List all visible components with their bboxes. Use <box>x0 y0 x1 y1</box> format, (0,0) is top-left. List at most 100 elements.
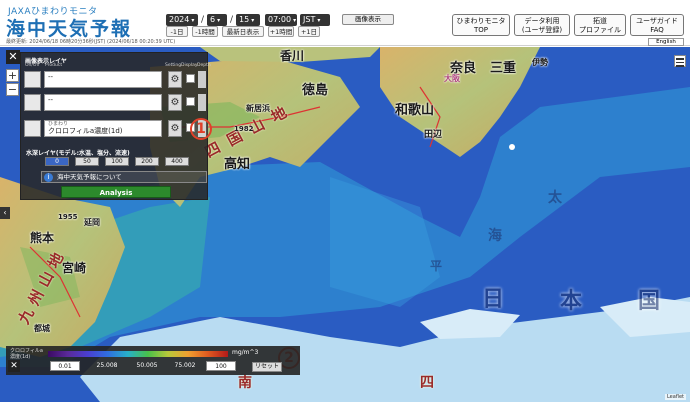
colorbar-max-input[interactable]: 100 <box>206 361 236 371</box>
map-label-kagawa: 香川 <box>280 49 305 63</box>
data-use-line1: データ利用 <box>524 17 560 25</box>
close-panel-icon[interactable]: ✕ <box>6 50 20 64</box>
himawari-top-button[interactable]: ひまわりモニタ TOP <box>452 14 510 36</box>
prev-hour-button[interactable]: -1時間 <box>192 26 218 37</box>
colorbar-gradient <box>48 351 228 357</box>
timezone-select[interactable]: JST ▾ <box>300 14 330 26</box>
map-label-tokushima: 徳島 <box>302 83 329 98</box>
brand-title[interactable]: 海中天気予報 <box>6 14 132 41</box>
day-value: 15 <box>239 15 250 24</box>
layer-product-3-label: クロロフィルa濃度(1d) <box>48 127 123 135</box>
year-select[interactable]: 2024 ▾ <box>166 14 198 26</box>
last-update-text: 最終更新: 2024/06/18 06時20分36秒(JST) (2024/06… <box>6 39 176 45</box>
col-header-onoff: On/Off <box>25 63 40 68</box>
prev-day-button[interactable]: -1日 <box>166 26 188 37</box>
attribution-text[interactable]: Leaflet <box>664 394 686 400</box>
display-checkbox[interactable] <box>186 97 195 106</box>
colorbar-panel: クロロフィルa 濃度(1d) mg/m^3 ✕ 0.01 25.008 50.0… <box>6 346 300 375</box>
layer-product-1[interactable]: -- <box>44 71 162 88</box>
profile-line1: 拓道 <box>593 17 607 25</box>
month-select[interactable]: 6 ▾ <box>207 14 227 26</box>
depth-200-button[interactable]: 200 <box>135 157 159 166</box>
day-select[interactable]: 15 ▾ <box>236 14 260 26</box>
colorbar-tick: 50.005 <box>136 362 158 369</box>
depth-400-button[interactable]: 400 <box>165 157 189 166</box>
map-label-kumamoto: 熊本 <box>30 231 55 245</box>
col-header-display: Display <box>181 63 198 68</box>
gear-icon[interactable]: ⚙ <box>168 71 182 88</box>
map-label-osaka: 大阪 <box>444 74 460 83</box>
layer-row-1: -- ⚙ <box>24 70 206 89</box>
map-label-south: 南 <box>238 375 252 391</box>
data-use-line2: (ユーザ登録) <box>521 26 563 34</box>
colorbar-unit: mg/m^3 <box>232 349 259 356</box>
map-label-sea-3: 国 <box>638 289 661 314</box>
map-label-sea-1: 日 <box>482 287 505 312</box>
depth-100-button[interactable]: 100 <box>105 157 129 166</box>
depth-handle[interactable] <box>198 71 206 88</box>
user-guide-button[interactable]: ユーザガイド FAQ <box>630 14 684 36</box>
map-label-mie: 三重 <box>490 61 517 76</box>
next-day-button[interactable]: +1日 <box>298 26 320 37</box>
colorbar-tick: 75.002 <box>174 362 196 369</box>
date-separator: / <box>230 15 234 25</box>
colorbar-reset-button[interactable]: リセット <box>252 362 282 372</box>
depth-0-button[interactable]: 0 <box>45 157 69 166</box>
layer-row-3: ひまわり クロロフィルa濃度(1d) ⚙ <box>24 119 206 138</box>
profile-button[interactable]: 拓道 プロファイル <box>574 14 626 36</box>
chevron-down-icon: ▾ <box>217 17 221 24</box>
language-button[interactable]: English <box>648 38 684 46</box>
col-header-product: Product <box>45 63 63 68</box>
timezone-value: JST <box>303 15 316 24</box>
info-icon: i <box>44 173 53 182</box>
depth-handle[interactable] <box>198 94 206 111</box>
month-value: 6 <box>210 15 216 24</box>
layer-product-2[interactable]: -- <box>44 94 162 111</box>
layer-product-1-label: -- <box>48 73 54 81</box>
latest-button[interactable]: 最新日表示 <box>222 26 264 37</box>
annotation-badge-1: 1 <box>190 118 212 140</box>
display-image-button[interactable]: 画像表示 <box>342 14 394 25</box>
layer-product-2-label: -- <box>48 96 54 104</box>
analysis-button[interactable]: Analysis <box>61 186 171 198</box>
map-label-nobeoka: 延岡 <box>84 218 100 227</box>
chevron-down-icon: ▾ <box>251 17 255 24</box>
chevron-down-icon: ▾ <box>317 17 321 24</box>
year-value: 2024 <box>169 15 190 24</box>
about-link[interactable]: i 海中天気予報について <box>41 171 207 183</box>
map-label-wakayama: 和歌山 <box>395 103 435 118</box>
next-hour-button[interactable]: +1時間 <box>268 26 294 37</box>
map-label-peak: 1955 <box>58 213 78 221</box>
layer-panel: 画像表示レイヤ On/Off Product Setting Display D… <box>20 52 211 200</box>
map-label-sea-faint: 平 <box>430 259 443 273</box>
map-label-shi: 四 <box>420 375 434 391</box>
layers-icon[interactable] <box>24 71 41 88</box>
map-label-sea-faint: 太 <box>548 190 562 206</box>
map-label-miyakonojo: 都城 <box>34 324 50 333</box>
data-use-button[interactable]: データ利用 (ユーザ登録) <box>514 14 570 36</box>
colorbar-label: クロロフィルa 濃度(1d) <box>10 348 43 360</box>
menu-icon[interactable] <box>674 55 686 67</box>
depth-50-button[interactable]: 50 <box>75 157 99 166</box>
time-select[interactable]: 07:00 ▾ <box>265 14 297 26</box>
chevron-down-icon: ▾ <box>191 17 195 24</box>
himawari-top-line1: ひまわりモニタ <box>456 17 506 25</box>
colorbar-min-input[interactable]: 0.01 <box>50 361 80 371</box>
map-label-sea-2: 本 <box>560 289 583 314</box>
zoom-in-button[interactable]: + <box>6 69 19 82</box>
map-label-kochi: 高知 <box>224 157 251 172</box>
colorbar-tick: 25.008 <box>96 362 118 369</box>
col-header-setting: Setting <box>165 63 182 68</box>
display-checkbox[interactable] <box>186 74 195 83</box>
gear-icon[interactable]: ⚙ <box>168 120 182 137</box>
close-colorbar-icon[interactable]: ✕ <box>8 360 20 372</box>
layers-icon[interactable] <box>24 120 41 137</box>
layers-icon[interactable] <box>24 94 41 111</box>
map-marker[interactable] <box>509 144 515 150</box>
profile-line2: プロファイル <box>579 26 621 34</box>
panel-toggle-icon[interactable]: ‹ <box>0 207 10 219</box>
layer-product-3[interactable]: ひまわり クロロフィルa濃度(1d) <box>44 120 162 137</box>
map-label-peak: 1982 <box>234 125 254 133</box>
zoom-out-button[interactable]: − <box>6 83 19 96</box>
gear-icon[interactable]: ⚙ <box>168 94 182 111</box>
